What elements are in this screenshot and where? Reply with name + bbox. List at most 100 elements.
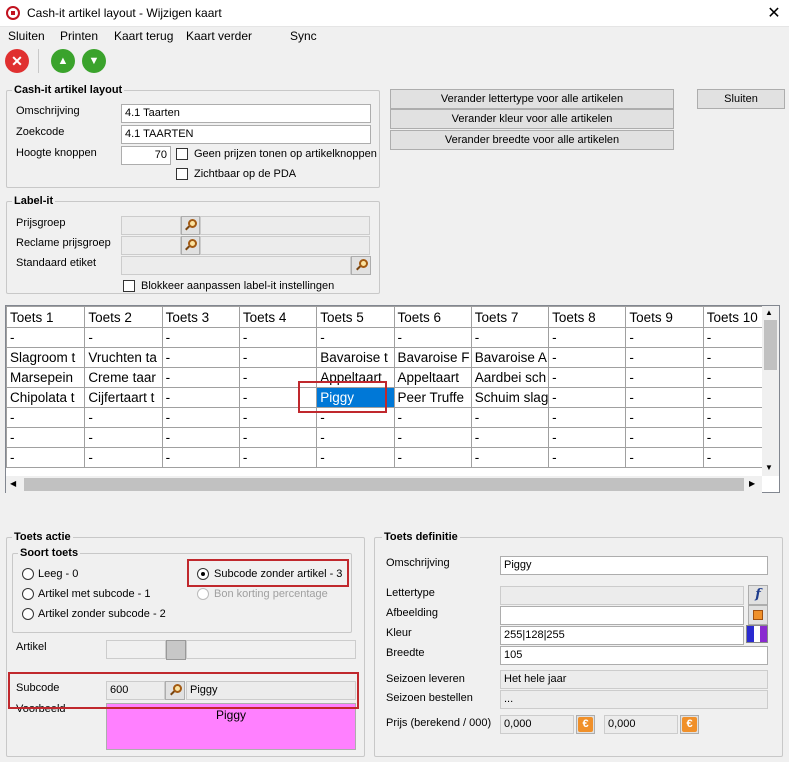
euro-icon[interactable]: € (576, 715, 595, 734)
artikel-lookup-button[interactable] (166, 640, 186, 660)
grid-cell[interactable]: Chipolata t (6, 387, 86, 408)
grid-cell[interactable]: Vruchten ta (84, 347, 163, 368)
menu-kaart-terug[interactable]: Kaart terug (114, 29, 173, 43)
menu-kaart-verder[interactable]: Kaart verder (186, 29, 252, 43)
grid-cell[interactable]: Bavaroise t (316, 347, 395, 368)
omschrijving-input[interactable]: 4.1 Taarten (121, 104, 371, 123)
grid-cell[interactable]: Schuim slag (470, 387, 550, 408)
window-close-button[interactable]: ✕ (764, 3, 784, 23)
grid-cell[interactable]: - (316, 427, 395, 448)
grid-header-toets-5[interactable]: Toets 5 (316, 306, 395, 328)
grid-cell[interactable]: Bavaroise A (470, 347, 550, 368)
grid-cell[interactable]: - (548, 407, 627, 428)
grid-cell[interactable]: - (470, 447, 550, 468)
prijs-input-2[interactable]: 0,000 (604, 715, 678, 734)
grid-cell[interactable]: - (548, 367, 627, 388)
grid-cell[interactable]: - (625, 327, 704, 348)
grid-cell[interactable]: - (161, 387, 240, 408)
scroll-up-icon[interactable]: ▲ (765, 308, 773, 317)
grid-cell[interactable]: - (6, 327, 86, 348)
menu-printen[interactable]: Printen (60, 29, 98, 43)
grid-horizontal-scrollbar[interactable]: ◀ ▶ (6, 476, 762, 493)
prijsgroep-search-icon[interactable] (181, 216, 200, 235)
grid-cell[interactable]: - (238, 447, 318, 468)
menu-sync[interactable]: Sync (290, 29, 317, 43)
euro-icon[interactable]: € (680, 715, 699, 734)
arrow-up-green-icon[interactable]: ▲ (51, 49, 75, 73)
reclame-code-input[interactable] (121, 236, 181, 255)
grid-cell[interactable]: Slagroom t (6, 347, 86, 368)
grid-cell[interactable]: - (548, 387, 627, 408)
grid-header-toets-8[interactable]: Toets 8 (548, 306, 627, 328)
grid-cell[interactable]: - (470, 407, 550, 428)
grid-cell[interactable]: - (316, 327, 395, 348)
hoogte-knoppen-input[interactable]: 70 (121, 146, 171, 165)
grid-header-toets-9[interactable]: Toets 9 (625, 306, 704, 328)
color-picker-icon[interactable] (746, 625, 768, 643)
grid-cell[interactable]: - (238, 327, 318, 348)
zoekcode-input[interactable]: 4.1 TAARTEN (121, 125, 371, 144)
grid-cell[interactable]: - (625, 347, 704, 368)
grid-cell[interactable]: - (84, 407, 163, 428)
arrow-down-green-icon[interactable]: ▼ (82, 49, 106, 73)
grid-cell[interactable]: - (393, 427, 472, 448)
grid-header-toets-3[interactable]: Toets 3 (161, 306, 240, 328)
scroll-left-icon[interactable]: ◀ (10, 479, 16, 488)
grid-vertical-scrollbar[interactable]: ▲ ▼ (762, 306, 779, 476)
grid-cell[interactable]: Marsepein (6, 367, 86, 388)
grid-header-toets-6[interactable]: Toets 6 (393, 306, 472, 328)
afbeelding-input[interactable] (500, 606, 744, 625)
grid-vscroll-thumb[interactable] (764, 320, 777, 370)
grid-cell[interactable]: - (161, 347, 240, 368)
verander-lettertype-button[interactable]: Verander lettertype voor alle artikelen (390, 89, 674, 109)
close-red-icon[interactable]: ✕ (5, 49, 29, 73)
grid-cell[interactable]: - (393, 447, 472, 468)
grid-cell[interactable]: - (625, 367, 704, 388)
grid-cell[interactable]: - (548, 327, 627, 348)
grid-cell[interactable]: - (6, 427, 86, 448)
scroll-down-icon[interactable]: ▼ (765, 463, 773, 472)
grid-cell[interactable]: - (548, 347, 627, 368)
breedte-input[interactable]: 105 (500, 646, 768, 665)
grid-header-toets-7[interactable]: Toets 7 (470, 306, 550, 328)
grid-cell[interactable]: - (393, 407, 472, 428)
grid-cell[interactable]: Bavaroise F (393, 347, 472, 368)
grid-cell[interactable]: - (316, 447, 395, 468)
grid-cell[interactable]: - (238, 427, 318, 448)
grid-header-toets-2[interactable]: Toets 2 (84, 306, 163, 328)
grid-cell[interactable]: - (84, 327, 163, 348)
grid-cell[interactable]: - (625, 427, 704, 448)
geen-prijzen-checkbox[interactable] (176, 148, 188, 160)
grid-cell[interactable]: - (161, 327, 240, 348)
grid-cell[interactable]: Cijfertaart t (84, 387, 163, 408)
grid-cell[interactable]: - (84, 447, 163, 468)
zichtbaar-pda-checkbox[interactable] (176, 168, 188, 180)
grid-cell[interactable]: - (6, 407, 86, 428)
grid-cell[interactable]: - (625, 407, 704, 428)
menu-sluiten[interactable]: Sluiten (8, 29, 45, 43)
scroll-right-icon[interactable]: ▶ (749, 479, 755, 488)
grid-cell[interactable]: Aardbei sch (470, 367, 550, 388)
grid-cell[interactable]: - (161, 427, 240, 448)
grid-hscroll-thumb[interactable] (24, 478, 744, 491)
radio-bon-korting[interactable] (197, 588, 209, 600)
grid-cell[interactable]: - (238, 347, 318, 368)
grid-cell[interactable]: - (6, 447, 86, 468)
def-omschrijving-input[interactable]: Piggy (500, 556, 768, 575)
grid-cell[interactable]: - (470, 327, 550, 348)
grid-cell[interactable]: - (393, 327, 472, 348)
grid-cell[interactable]: - (470, 427, 550, 448)
font-picker-icon[interactable]: f (748, 585, 768, 605)
grid-cell[interactable]: Appeltaart (393, 367, 472, 388)
grid-header-toets-4[interactable]: Toets 4 (238, 306, 318, 328)
grid-cell[interactable]: - (161, 447, 240, 468)
verander-kleur-button[interactable]: Verander kleur voor alle artikelen (390, 109, 674, 129)
radio-artikel-zonder-subcode[interactable] (22, 608, 34, 620)
grid-cell[interactable]: Creme taar (84, 367, 163, 388)
grid-cell[interactable]: - (84, 427, 163, 448)
prijs-input-1[interactable]: 0,000 (500, 715, 574, 734)
grid-cell[interactable]: - (161, 367, 240, 388)
grid-cell[interactable]: - (161, 407, 240, 428)
grid-header-toets-1[interactable]: Toets 1 (6, 306, 86, 328)
grid-cell[interactable]: Peer Truffe (393, 387, 472, 408)
